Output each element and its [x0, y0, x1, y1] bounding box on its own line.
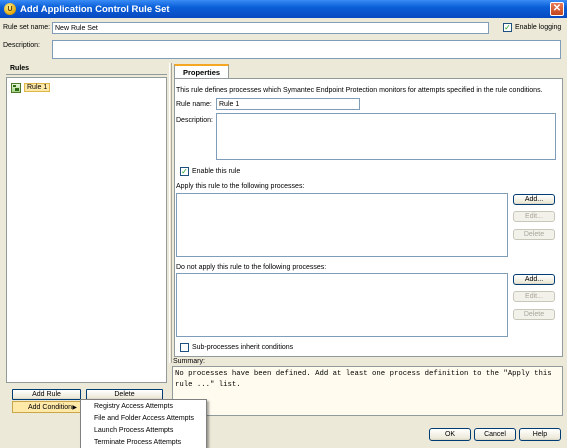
- add-condition-menu: Registry Access Attempts File and Folder…: [80, 399, 207, 448]
- tab-properties[interactable]: Properties: [174, 64, 229, 78]
- apply-processes-label: Apply this rule to the following process…: [176, 183, 305, 190]
- enable-rule-label: Enable this rule: [192, 168, 241, 175]
- summary-text: No processes have been defined. Add at l…: [175, 370, 556, 389]
- enable-rule-option[interactable]: ✓ Enable this rule: [180, 167, 240, 176]
- rules-list[interactable]: Rule 1: [6, 77, 167, 383]
- subprocess-checkbox[interactable]: [180, 343, 189, 352]
- properties-intro: This rule defines processes which Symant…: [176, 87, 543, 94]
- not-apply-delete-button[interactable]: Delete: [513, 309, 555, 320]
- rules-panel-title: Rules: [10, 65, 30, 72]
- add-condition-button[interactable]: Add Condition ▶: [12, 401, 81, 413]
- list-item[interactable]: Rule 1: [11, 82, 51, 93]
- submenu-arrow-icon: ▶: [72, 404, 77, 411]
- not-apply-add-button[interactable]: Add...: [513, 274, 555, 285]
- rules-panel-header: Rules: [6, 63, 167, 75]
- rule-set-description-label: Description:: [3, 42, 40, 49]
- enable-logging-label: Enable logging: [515, 24, 562, 31]
- help-button[interactable]: Help: [519, 428, 561, 441]
- cancel-button[interactable]: Cancel: [474, 428, 516, 441]
- rule-set-name-label: Rule set name:: [3, 24, 51, 31]
- rule-name-input[interactable]: Rule 1: [216, 98, 360, 110]
- not-apply-processes-label: Do not apply this rule to the following …: [176, 264, 327, 271]
- menu-item-terminate-process[interactable]: Terminate Process Attempts: [81, 436, 206, 448]
- apply-processes-list[interactable]: [176, 193, 508, 257]
- enable-rule-checkbox[interactable]: ✓: [180, 167, 189, 176]
- summary-label: Summary:: [173, 358, 205, 365]
- rule-description-label: Description:: [176, 117, 213, 124]
- apply-add-button[interactable]: Add...: [513, 194, 555, 205]
- subprocess-option[interactable]: Sub-processes inherit conditions: [180, 343, 293, 352]
- panel-splitter[interactable]: [169, 63, 172, 363]
- menu-item-registry-access[interactable]: Registry Access Attempts: [81, 400, 206, 412]
- enable-logging-option[interactable]: ✓ Enable logging: [503, 23, 561, 32]
- rule-icon: [11, 82, 21, 93]
- rule-set-name-input[interactable]: New Rule Set: [52, 22, 489, 34]
- rule-name-label: Rule name:: [176, 101, 212, 108]
- apply-delete-button[interactable]: Delete: [513, 229, 555, 240]
- rule-set-description-input[interactable]: [52, 40, 561, 59]
- menu-item-launch-process[interactable]: Launch Process Attempts: [81, 424, 206, 436]
- summary-box: No processes have been defined. Add at l…: [172, 366, 563, 416]
- ok-button[interactable]: OK: [429, 428, 471, 441]
- not-apply-edit-button[interactable]: Edit...: [513, 291, 555, 302]
- window-title: Add Application Control Rule Set: [20, 3, 170, 15]
- add-condition-label: Add Condition: [28, 403, 72, 411]
- rule-item-label: Rule 1: [24, 83, 51, 92]
- apply-edit-button[interactable]: Edit...: [513, 211, 555, 222]
- menu-item-file-folder-access[interactable]: File and Folder Access Attempts: [81, 412, 206, 424]
- title-bar: U Add Application Control Rule Set: [0, 0, 567, 18]
- rule-description-input[interactable]: [216, 113, 556, 160]
- subprocess-label: Sub-processes inherit conditions: [192, 344, 294, 351]
- rule-name-value: Rule 1: [219, 100, 240, 108]
- close-button[interactable]: ✕: [550, 2, 564, 16]
- close-icon: ✕: [552, 3, 562, 14]
- add-rule-button[interactable]: Add Rule: [12, 389, 81, 400]
- rule-set-name-value: New Rule Set: [55, 24, 98, 32]
- enable-logging-checkbox[interactable]: ✓: [503, 23, 512, 32]
- app-shield-icon: U: [4, 3, 16, 15]
- not-apply-processes-list[interactable]: [176, 273, 508, 337]
